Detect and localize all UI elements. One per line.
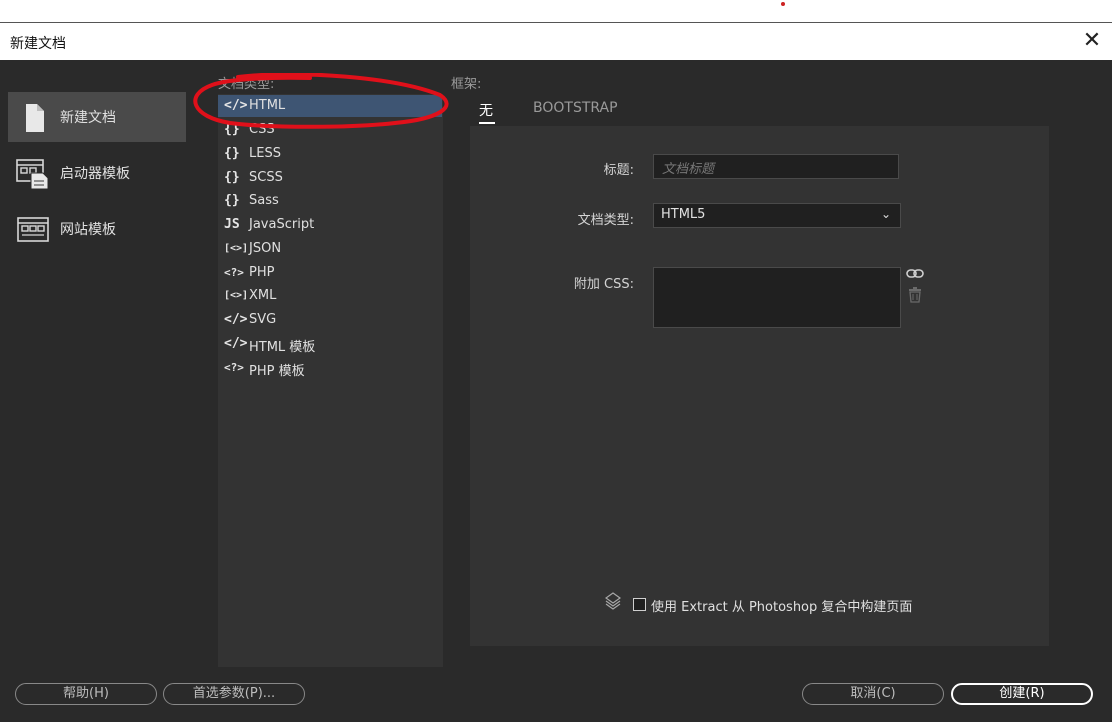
doctype-item-label: PHP 模板 — [249, 364, 305, 379]
close-button[interactable]: ✕ — [1078, 27, 1106, 55]
doctype-item-php-template[interactable]: <?> PHP 模板 — [218, 357, 442, 379]
doctype-item-label: SCSS — [249, 170, 283, 185]
doctype-item-xml[interactable]: [<>] XML — [218, 285, 442, 307]
tab-none[interactable]: 无 — [479, 100, 495, 124]
help-button[interactable]: 帮助(H) — [15, 683, 157, 705]
tab-bootstrap[interactable]: BOOTSTRAP — [533, 100, 618, 116]
document-icon — [26, 104, 44, 132]
doctype-item-html[interactable]: </> HTML — [218, 95, 442, 117]
nav-item-starter-templates[interactable]: 启动器模板 — [8, 148, 186, 198]
code-icon: </> — [224, 312, 248, 327]
doctype-item-label: SVG — [249, 312, 277, 327]
php-icon: <?> — [224, 266, 244, 279]
dialog-title: 新建文档 — [10, 36, 66, 52]
doctype-item-javascript[interactable]: JS JavaScript — [218, 214, 442, 236]
doctype-item-label: CSS — [249, 122, 275, 137]
doctype-select[interactable]: HTML5 ⌄ — [653, 203, 901, 228]
trash-icon[interactable] — [908, 287, 922, 303]
nav-item-site-templates[interactable]: 网站模板 — [8, 204, 186, 254]
starter-template-icon — [16, 159, 49, 190]
nav-label-new-document: 新建文档 — [60, 110, 116, 126]
background-window-strip — [0, 0, 1112, 22]
doctype-item-json[interactable]: [<>] JSON — [218, 238, 442, 260]
site-template-icon — [17, 217, 49, 242]
doctype-item-svg[interactable]: </> SVG — [218, 309, 442, 331]
doctype-item-label: JavaScript — [249, 217, 315, 232]
doctype-item-sass[interactable]: {} Sass — [218, 190, 442, 212]
dialog-body: 新建文档 启动器模板 网站模板 文档类型: </> HTML {} CSS {}… — [0, 60, 1112, 722]
doctype-item-label: LESS — [249, 146, 281, 161]
doctype-item-css[interactable]: {} CSS — [218, 119, 442, 141]
framework-label: 框架: — [451, 77, 482, 92]
title-input[interactable]: 文档标题 — [653, 154, 899, 179]
doctype-item-less[interactable]: {} LESS — [218, 143, 442, 165]
link-icon[interactable] — [906, 267, 924, 281]
cancel-button[interactable]: 取消(C) — [802, 683, 944, 705]
dialog-titlebar: 新建文档 ✕ — [0, 22, 1112, 60]
extract-label: 使用 Extract 从 Photoshop 复合中构建页面 — [651, 600, 913, 615]
braces-icon: {} — [224, 122, 240, 137]
braces-icon: {} — [224, 170, 240, 185]
extract-checkbox[interactable] — [633, 598, 646, 611]
doctype-item-html-template[interactable]: </> HTML 模板 — [218, 333, 442, 355]
preferences-button[interactable]: 首选参数(P)... — [163, 683, 305, 705]
doctype-list: </> HTML {} CSS {} LESS {} SCSS {} Sass … — [218, 94, 443, 667]
create-button[interactable]: 创建(R) — [951, 683, 1093, 705]
doctype-list-label: 文档类型: — [218, 77, 275, 92]
doctype-item-label: Sass — [249, 193, 279, 208]
code-icon: </> — [224, 336, 248, 351]
xml-icon: [<>] — [224, 290, 249, 301]
json-icon: [<>] — [224, 243, 249, 254]
php-icon: <?> — [224, 361, 244, 374]
nav-item-new-document[interactable]: 新建文档 — [8, 92, 186, 142]
tab-bootstrap-label: BOOTSTRAP — [533, 100, 618, 116]
doctype-field-label: 文档类型: — [577, 213, 634, 228]
attach-css-list[interactable] — [653, 267, 901, 328]
tab-active-indicator — [479, 122, 495, 124]
framework-options-panel: 标题: 文档标题 文档类型: HTML5 ⌄ 附加 CSS: 使用 Extrac… — [470, 126, 1049, 646]
nav-label-starter-templates: 启动器模板 — [60, 166, 130, 182]
braces-icon: {} — [224, 193, 240, 208]
attach-css-label: 附加 CSS: — [573, 277, 634, 292]
red-dot — [781, 2, 785, 6]
title-label: 标题: — [603, 163, 634, 178]
layers-icon — [605, 592, 621, 610]
code-icon: </> — [224, 98, 248, 113]
doctype-item-label: HTML — [249, 98, 286, 113]
tab-none-label: 无 — [479, 103, 493, 119]
doctype-item-label: HTML 模板 — [249, 340, 316, 355]
nav-label-site-templates: 网站模板 — [60, 222, 116, 238]
doctype-item-scss[interactable]: {} SCSS — [218, 167, 442, 189]
javascript-icon: JS — [224, 217, 240, 232]
doctype-item-label: JSON — [249, 241, 282, 256]
chevron-down-icon: ⌄ — [880, 207, 891, 221]
doctype-item-php[interactable]: <?> PHP — [218, 262, 442, 284]
doctype-item-label: XML — [249, 288, 277, 303]
doctype-item-label: PHP — [249, 265, 275, 280]
braces-icon: {} — [224, 146, 240, 161]
doctype-select-value: HTML5 — [661, 207, 706, 222]
